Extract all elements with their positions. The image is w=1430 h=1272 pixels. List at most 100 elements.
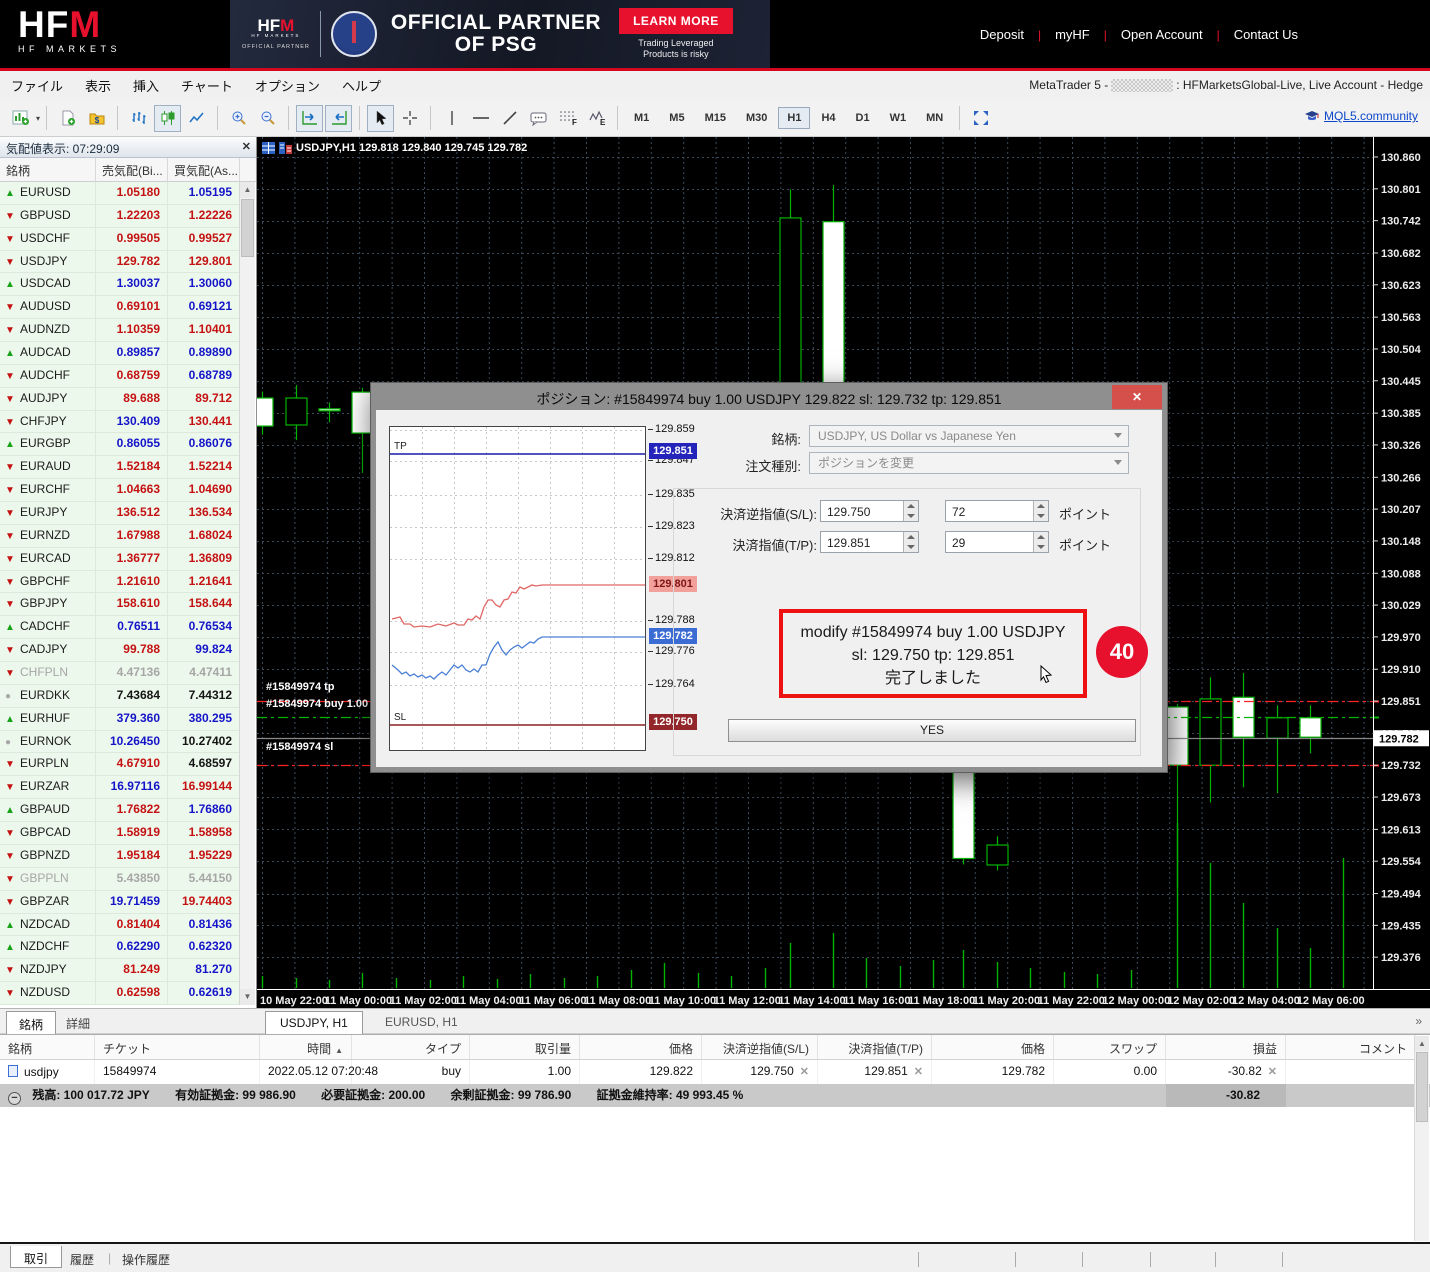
menu-item-5[interactable]: ヘルプ	[331, 76, 392, 95]
column-2[interactable]: 時間 ▲	[260, 1035, 352, 1059]
new-chart-caret-icon[interactable]: ▾	[36, 114, 40, 123]
column-8[interactable]: 価格	[932, 1035, 1054, 1059]
text-label-tool-button[interactable]	[525, 105, 552, 132]
column-10[interactable]: 損益	[1166, 1035, 1286, 1059]
column-1[interactable]: チケット	[95, 1035, 260, 1059]
market-watch-row-USDJPY[interactable]: ▼ USDJPY 129.782 129.801	[0, 250, 240, 274]
new-chart-button[interactable]	[7, 105, 34, 132]
yes-button[interactable]: YES	[728, 719, 1136, 742]
scroll-up-icon[interactable]: ▲	[1415, 1036, 1429, 1051]
auto-scroll-button[interactable]	[296, 104, 324, 132]
psg-partner-banner[interactable]: HFM HF MARKETS OFFICIAL PARTNER OFFICIAL…	[230, 0, 770, 68]
column-ask[interactable]: 買気配(As...	[168, 158, 240, 181]
symbol-select[interactable]: USDJPY, US Dollar vs Japanese Yen	[809, 425, 1129, 447]
market-watch-row-NZDUSD[interactable]: ▼ NZDUSD 0.62598 0.62619	[0, 982, 240, 1005]
market-watch-row-AUDCHF[interactable]: ▼ AUDCHF 0.68759 0.68789	[0, 364, 240, 388]
vertical-line-tool-button[interactable]	[438, 105, 465, 132]
market-watch-scrollbar[interactable]: ▲ ▼	[239, 182, 255, 1005]
column-0[interactable]: 銘柄	[0, 1035, 95, 1059]
zoom-in-button[interactable]	[225, 105, 252, 132]
menu-item-2[interactable]: 挿入	[122, 76, 170, 95]
tab-history[interactable]: 履歴	[70, 1251, 94, 1268]
timeframe-D1[interactable]: D1	[847, 107, 879, 129]
scroll-down-icon[interactable]: ▼	[240, 989, 255, 1005]
market-watch-row-EURHUF[interactable]: ▲ EURHUF 379.360 380.295	[0, 707, 240, 731]
timeframe-H4[interactable]: H4	[812, 107, 844, 129]
market-watch-row-AUDNZD[interactable]: ▼ AUDNZD 1.10359 1.10401	[0, 319, 240, 343]
market-watch-row-NZDCHF[interactable]: ▲ NZDCHF 0.62290 0.62320	[0, 936, 240, 960]
column-11[interactable]: コメント	[1286, 1035, 1416, 1059]
market-watch-row-AUDJPY[interactable]: ▼ AUDJPY 89.688 89.712	[0, 387, 240, 411]
market-watch-row-NZDCAD[interactable]: ▲ NZDCAD 0.81404 0.81436	[0, 913, 240, 937]
spinner-icon[interactable]	[1033, 501, 1048, 521]
profiles-button[interactable]: $	[83, 105, 110, 132]
banner-link-myhf[interactable]: myHF	[1041, 27, 1104, 42]
market-watch-row-EURDKK[interactable]: ● EURDKK 7.43684 7.44312	[0, 684, 240, 708]
dialog-close-button[interactable]: ✕	[1112, 385, 1162, 409]
timeframe-H1[interactable]: H1	[778, 107, 811, 129]
close-value-icon[interactable]: ✕	[1268, 1066, 1277, 1078]
menu-item-3[interactable]: チャート	[170, 76, 244, 95]
timeframe-M1[interactable]: M1	[625, 107, 658, 129]
market-watch-row-CADJPY[interactable]: ▼ CADJPY 99.788 99.824	[0, 639, 240, 663]
collapse-icon[interactable]: −	[8, 1092, 21, 1105]
panel-scrollbar[interactable]: ▲	[1414, 1036, 1429, 1241]
spinner-icon[interactable]	[1033, 532, 1048, 552]
fullscreen-button[interactable]	[967, 105, 994, 132]
market-watch-tab-symbols[interactable]: 銘柄	[6, 1011, 57, 1034]
spinner-icon[interactable]	[903, 501, 918, 521]
market-watch-row-GBPAUD[interactable]: ▲ GBPAUD 1.76822 1.76860	[0, 799, 240, 823]
market-watch-row-GBPPLN[interactable]: ▼ GBPPLN 5.43850 5.44150	[0, 867, 240, 891]
depth-of-market-icon[interactable]	[279, 142, 292, 154]
market-watch-row-EURUSD[interactable]: ▲ EURUSD 1.05180 1.05195	[0, 182, 240, 205]
market-watch-row-NZDJPY[interactable]: ▼ NZDJPY 81.249 81.270	[0, 959, 240, 983]
crosshair-tool-button[interactable]	[396, 105, 423, 132]
order-type-select[interactable]: ポジションを変更	[809, 452, 1129, 474]
fibonacci-tool-button[interactable]: F	[554, 105, 581, 132]
column-9[interactable]: スワップ	[1054, 1035, 1166, 1059]
market-watch-close-icon[interactable]: ✕	[242, 140, 251, 153]
market-watch-row-GBPCHF[interactable]: ▼ GBPCHF 1.21610 1.21641	[0, 570, 240, 594]
banner-link-contact-us[interactable]: Contact Us	[1220, 27, 1312, 42]
market-watch-row-CADCHF[interactable]: ▲ CADCHF 0.76511 0.76534	[0, 616, 240, 640]
banner-link-open-account[interactable]: Open Account	[1107, 27, 1217, 42]
sl-price-input[interactable]: 129.750	[820, 500, 919, 522]
market-watch-row-CHFJPY[interactable]: ▼ CHFJPY 130.409 130.441	[0, 410, 240, 434]
banner-link-deposit[interactable]: Deposit	[966, 27, 1038, 42]
candle-chart-mode-button[interactable]	[154, 104, 182, 132]
cursor-tool-button[interactable]	[367, 104, 395, 132]
chart-tab-usdjpy[interactable]: USDJPY, H1	[265, 1011, 363, 1034]
one-click-trading-icon[interactable]	[262, 142, 275, 154]
column-symbol[interactable]: 銘柄	[0, 158, 96, 181]
market-watch-row-EURCHF[interactable]: ▼ EURCHF 1.04663 1.04690	[0, 479, 240, 503]
market-watch-row-CHFPLN[interactable]: ▼ CHFPLN 4.47136 4.47411	[0, 662, 240, 685]
close-value-icon[interactable]: ✕	[800, 1066, 809, 1078]
new-order-button[interactable]	[54, 105, 81, 132]
timeframe-M5[interactable]: M5	[660, 107, 693, 129]
tab-trade[interactable]: 取引	[10, 1246, 63, 1268]
timeframe-MN[interactable]: MN	[917, 107, 952, 129]
sl-points-input[interactable]: 72	[945, 500, 1049, 522]
close-value-icon[interactable]: ✕	[914, 1066, 923, 1078]
market-watch-row-GBPJPY[interactable]: ▼ GBPJPY 158.610 158.644	[0, 593, 240, 617]
market-watch-row-EURZAR[interactable]: ▼ EURZAR 16.97116 16.99144	[0, 776, 240, 800]
bar-chart-mode-button[interactable]	[125, 105, 152, 132]
market-watch-row-USDCHF[interactable]: ▼ USDCHF 0.99505 0.99527	[0, 227, 240, 251]
scroll-thumb[interactable]	[1416, 1052, 1428, 1122]
mql5-community-link[interactable]: MQL5.community	[1324, 109, 1418, 123]
column-bid[interactable]: 売気配(Bi...	[96, 158, 168, 181]
market-watch-row-GBPZAR[interactable]: ▼ GBPZAR 19.71459 19.74403	[0, 890, 240, 914]
tp-price-input[interactable]: 129.851	[820, 531, 919, 553]
market-watch-row-EURAUD[interactable]: ▼ EURAUD 1.52184 1.52214	[0, 456, 240, 480]
market-watch-row-AUDCAD[interactable]: ▲ AUDCAD 0.89857 0.89890	[0, 342, 240, 365]
scroll-thumb[interactable]	[241, 199, 254, 257]
market-watch-row-EURCAD[interactable]: ▼ EURCAD 1.36777 1.36809	[0, 547, 240, 571]
position-row[interactable]: usdjpy 15849974 2022.05.12 07:20:48 buy 1.00…	[0, 1060, 1416, 1084]
market-watch-row-EURNZD[interactable]: ▼ EURNZD 1.67988 1.68024	[0, 524, 240, 548]
scroll-up-icon[interactable]: ▲	[240, 182, 255, 198]
timeframe-M30[interactable]: M30	[737, 107, 776, 129]
tp-points-input[interactable]: 29	[945, 531, 1049, 553]
column-7[interactable]: 決済指値(T/P)	[818, 1035, 932, 1059]
market-watch-row-GBPNZD[interactable]: ▼ GBPNZD 1.95184 1.95229	[0, 844, 240, 868]
market-watch-row-USDCAD[interactable]: ▲ USDCAD 1.30037 1.30060	[0, 273, 240, 297]
